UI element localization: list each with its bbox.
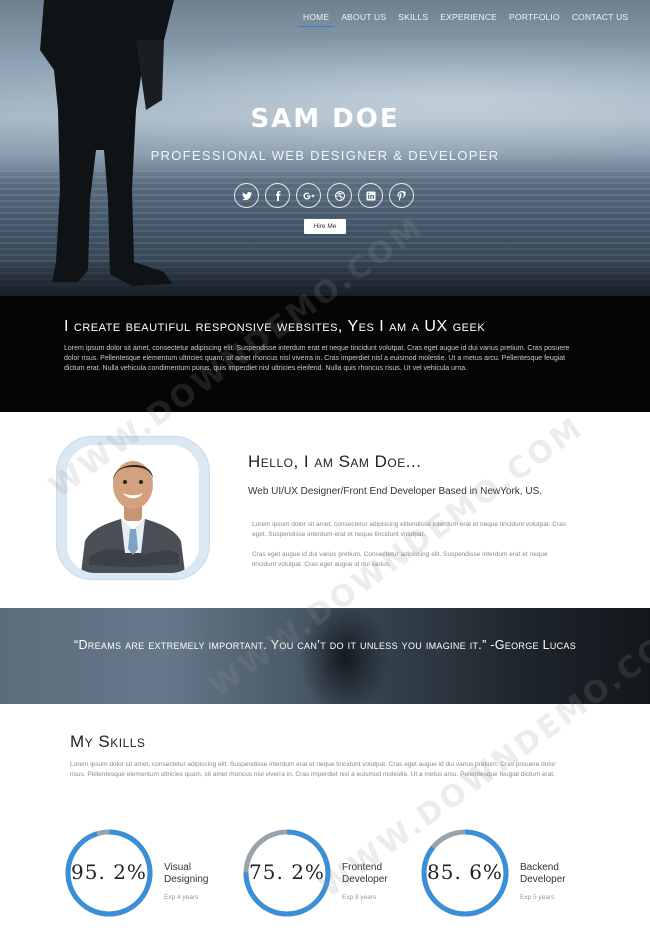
hero-section: HOME ABOUT US SKILLS EXPERIENCE PORTFOLI…	[0, 0, 650, 296]
intro-band: I create beautiful responsive websites, …	[0, 296, 650, 412]
quote-text: “Dreams are extremely important. You can…	[74, 638, 577, 652]
about-paragraph-2: Cras eget augue id dui varius pretium. C…	[252, 551, 548, 568]
pinterest-icon[interactable]	[389, 183, 414, 208]
about-paragraph-1: Lorem ipsum dolor sit amet, consectetur …	[252, 521, 566, 538]
skill-frontend-developer: 75. 2% Frontend Developer Exp 8 years	[242, 828, 422, 918]
intro-heading: I create beautiful responsive websites, …	[64, 318, 486, 335]
nav-portfolio[interactable]: PORTFOLIO	[504, 10, 565, 27]
skill-visual-designing: 95. 2% Visual Designing Exp 4 years	[64, 828, 244, 918]
skill-experience: Exp 5 years	[520, 894, 555, 901]
social-links	[234, 183, 414, 208]
skill-experience: Exp 4 years	[164, 894, 199, 901]
intro-text: Lorem ipsum dolor sit amet, consectetur …	[64, 345, 570, 372]
google-plus-icon[interactable]	[296, 183, 321, 208]
skill-name: Frontend Developer	[342, 862, 388, 885]
skill-percent: 95. 2%	[71, 860, 147, 884]
nav-contact-us[interactable]: CONTACT US	[567, 10, 633, 27]
nav-about-us[interactable]: ABOUT US	[336, 10, 391, 27]
hero-name: SAM DOE	[250, 104, 400, 134]
nav-home[interactable]: HOME	[298, 10, 335, 27]
twitter-icon[interactable]	[234, 183, 259, 208]
about-heading: Hello, I am Sam Doe...	[248, 452, 422, 471]
skill-experience: Exp 8 years	[342, 894, 377, 901]
quote-section: “Dreams are extremely important. You can…	[0, 608, 650, 704]
about-section: Hello, I am Sam Doe... Web UI/UX Designe…	[0, 412, 650, 608]
linkedin-icon[interactable]	[358, 183, 383, 208]
skill-percent: 85. 6%	[427, 860, 503, 884]
profile-photo	[67, 445, 199, 573]
profile-photo-frame	[56, 436, 210, 580]
skill-name: Visual Designing	[164, 862, 209, 885]
about-tagline: Web UI/UX Designer/Front End Developer B…	[248, 486, 543, 497]
skills-section: My Skills Lorem ipsum dolor sit amet, co…	[0, 704, 650, 951]
nav-skills[interactable]: SKILLS	[393, 10, 433, 27]
hero-subtitle: PROFESSIONAL WEB DESIGNER & DEVELOPER	[150, 148, 500, 163]
facebook-icon[interactable]	[265, 183, 290, 208]
dribbble-icon[interactable]	[327, 183, 352, 208]
skill-percent: 75. 2%	[249, 860, 325, 884]
hire-me-button[interactable]: Hire Me	[304, 219, 346, 234]
skill-backend-developer: 85. 6% Backend Developer Exp 5 years	[420, 828, 600, 918]
skill-name: Backend Developer	[520, 862, 566, 885]
main-nav: HOME ABOUT US SKILLS EXPERIENCE PORTFOLI…	[298, 10, 635, 27]
skills-intro: Lorem ipsum dolor sit amet, consectetur …	[70, 761, 556, 778]
skills-heading: My Skills	[70, 732, 146, 751]
quote-background-figure	[300, 608, 390, 704]
nav-experience[interactable]: EXPERIENCE	[435, 10, 502, 27]
